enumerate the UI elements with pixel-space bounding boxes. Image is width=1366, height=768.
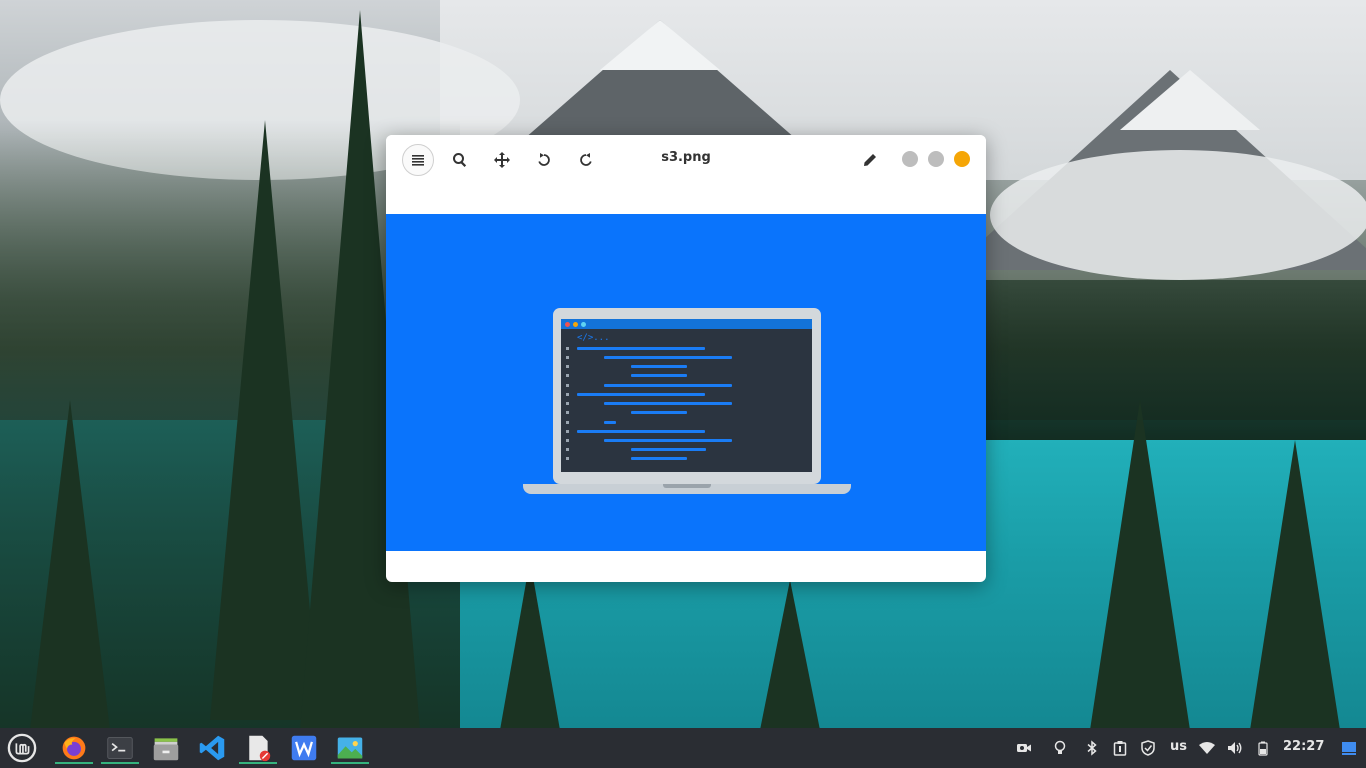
maximize-button[interactable]	[928, 151, 944, 167]
clipboard-tray[interactable]	[1110, 738, 1130, 758]
redshift-tray[interactable]	[1050, 738, 1070, 758]
clipboard-icon	[1113, 741, 1127, 756]
line-number	[566, 411, 569, 414]
code-line	[604, 356, 732, 359]
image-canvas: </>...	[386, 214, 986, 551]
bluetooth-icon	[1087, 740, 1097, 756]
code-line	[631, 365, 687, 368]
text-editor-icon	[249, 735, 271, 762]
code-line	[631, 457, 687, 460]
editor-titlebar	[561, 319, 812, 329]
edit-button[interactable]	[854, 144, 886, 176]
line-number	[566, 393, 569, 396]
line-number	[566, 356, 569, 359]
line-number	[566, 402, 569, 405]
line-number	[566, 365, 569, 368]
battery-tray[interactable]	[1253, 738, 1273, 758]
minimize-button[interactable]	[902, 151, 918, 167]
clock[interactable]: 22:27	[1283, 739, 1324, 754]
lightbulb-icon	[1054, 740, 1066, 754]
bluetooth-tray[interactable]	[1082, 738, 1102, 758]
firefox-launcher[interactable]	[55, 732, 93, 764]
red-dot	[565, 322, 570, 327]
code-line	[604, 402, 732, 405]
vscode-launcher[interactable]	[196, 732, 228, 764]
code-line	[577, 347, 705, 350]
wallpaper-tree	[760, 580, 820, 728]
code-line	[577, 430, 705, 433]
wallpaper-tree	[500, 560, 560, 728]
laptop-illustration: </>...	[553, 308, 821, 484]
linux-mint-icon	[7, 733, 37, 763]
window-title: s3.png	[661, 150, 711, 165]
battery-icon	[1258, 741, 1268, 756]
window-titlebar[interactable]: s3.png	[386, 135, 986, 183]
yellow-dot	[573, 322, 578, 327]
line-number	[566, 384, 569, 387]
image-viewer-window: s3.png </>...	[386, 135, 986, 582]
writer-launcher[interactable]	[288, 732, 320, 764]
wallpaper-tree	[1090, 400, 1190, 728]
active-indicator	[101, 762, 139, 764]
code-line	[604, 421, 616, 424]
network-tray[interactable]	[1197, 738, 1217, 758]
laptop-notch	[663, 484, 711, 488]
wallpaper-tree	[30, 400, 110, 728]
code-line	[604, 439, 732, 442]
line-number	[566, 439, 569, 442]
line-number	[566, 347, 569, 350]
text-editor-launcher[interactable]	[239, 732, 277, 764]
shield-icon	[1141, 740, 1155, 756]
line-number	[566, 457, 569, 460]
taskbar: us 22:27	[0, 728, 1366, 768]
active-indicator	[239, 762, 277, 764]
file-manager-icon	[153, 738, 179, 761]
wallpaper-snow	[1120, 70, 1260, 130]
active-indicator	[55, 762, 93, 764]
show-desktop-icon	[1342, 742, 1356, 755]
image-viewer-icon	[337, 737, 363, 759]
line-number	[566, 448, 569, 451]
wallpaper-cloud	[990, 150, 1366, 280]
screen-recorder-tray[interactable]	[1014, 738, 1034, 758]
terminal-launcher[interactable]	[101, 732, 139, 764]
cyan-dot	[581, 322, 586, 327]
vscode-icon	[199, 735, 225, 761]
code-line	[577, 393, 705, 396]
update-manager-tray[interactable]	[1138, 738, 1158, 758]
code-line	[631, 448, 706, 451]
keyboard-layout-indicator[interactable]: us	[1170, 739, 1187, 754]
wallpaper-tree	[1250, 440, 1340, 728]
show-desktop-button[interactable]	[1338, 738, 1360, 758]
wifi-icon	[1199, 742, 1215, 754]
code-tag: </>...	[577, 333, 610, 343]
code-line	[631, 374, 687, 377]
line-number	[566, 430, 569, 433]
pencil-icon	[864, 154, 876, 166]
volume-icon	[1228, 742, 1242, 754]
volume-tray[interactable]	[1225, 738, 1245, 758]
active-indicator	[331, 762, 369, 764]
firefox-icon	[62, 736, 86, 760]
wallpaper-snow	[600, 20, 720, 70]
terminal-icon	[107, 737, 133, 759]
laptop-display: </>...	[561, 319, 812, 472]
line-number	[566, 421, 569, 424]
image-viewer-launcher[interactable]	[331, 732, 369, 764]
files-launcher[interactable]	[150, 732, 182, 764]
camera-icon	[1017, 744, 1031, 752]
writer-icon	[291, 735, 317, 761]
close-button[interactable]	[954, 151, 970, 167]
code-line	[631, 411, 687, 414]
start-menu-button[interactable]	[6, 732, 38, 764]
code-line	[604, 384, 732, 387]
line-number	[566, 374, 569, 377]
